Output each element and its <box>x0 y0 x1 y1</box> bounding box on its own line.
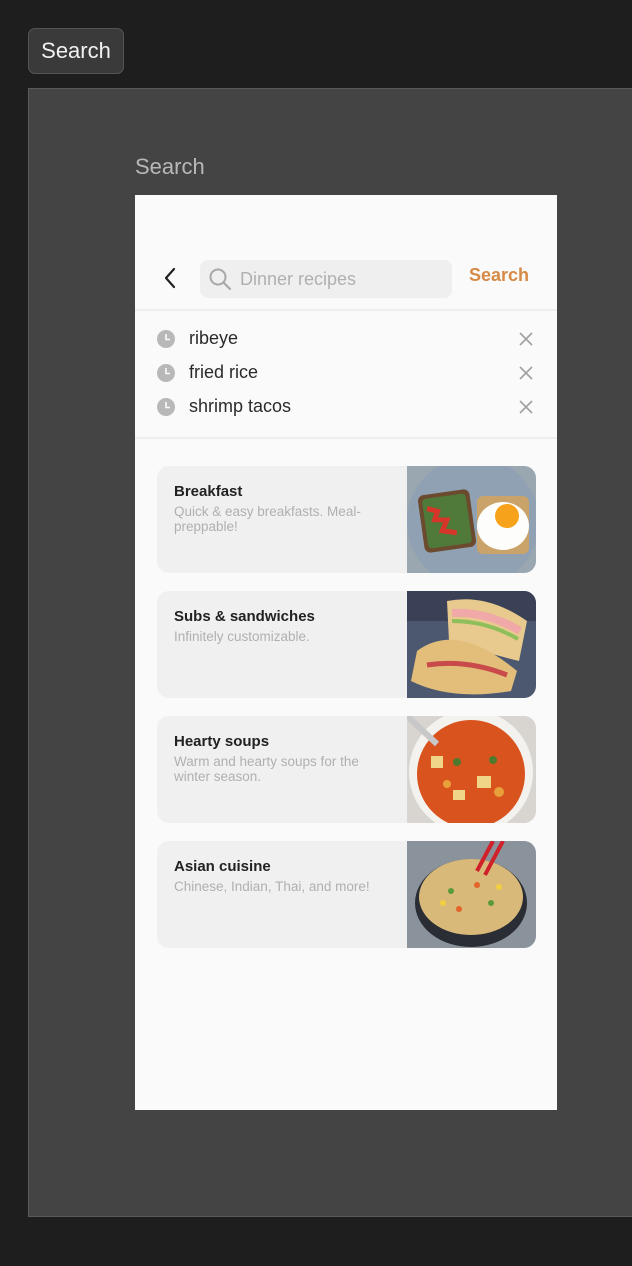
search-bar: Search <box>135 251 557 307</box>
category-title: Asian cuisine <box>174 858 271 875</box>
search-icon <box>208 267 232 291</box>
category-description: Chinese, Indian, Thai, and more! <box>174 879 370 894</box>
close-icon[interactable] <box>519 332 533 346</box>
search-input[interactable] <box>238 267 442 291</box>
category-title: Subs & sandwiches <box>174 608 315 625</box>
category-card-asian[interactable]: Asian cuisine Chinese, Indian, Thai, and… <box>157 841 536 948</box>
category-title: Breakfast <box>174 483 243 500</box>
search-submit-button[interactable]: Search <box>469 265 529 286</box>
category-description: Infinitely customizable. <box>174 629 310 644</box>
recent-searches: ribeye fried rice shrimp tacos <box>135 322 557 424</box>
recent-search-item[interactable]: fried rice <box>135 356 557 390</box>
recent-search-item[interactable]: shrimp tacos <box>135 390 557 424</box>
recent-search-label: fried rice <box>189 362 259 382</box>
category-title: Hearty soups <box>174 733 270 750</box>
clock-icon <box>157 398 175 416</box>
category-card-subs[interactable]: Subs & sandwiches Infinitely customizabl… <box>157 591 536 698</box>
close-icon[interactable] <box>519 400 533 414</box>
back-button[interactable] <box>157 263 183 293</box>
back-arrow-icon <box>164 267 176 289</box>
fried-rice-image <box>407 841 536 948</box>
search-field <box>200 260 452 298</box>
search-screen: Search ribeye fried rice <box>135 195 557 1110</box>
frame-label: Search <box>135 154 205 179</box>
sandwich-image <box>407 591 536 698</box>
category-description: Warm and hearty soups for the winter sea… <box>174 754 359 784</box>
search-tab[interactable]: Search <box>28 28 124 74</box>
soup-image <box>407 716 536 823</box>
close-icon[interactable] <box>519 366 533 380</box>
breakfast-image <box>407 466 536 573</box>
category-description: Quick & easy breakfasts. Meal-preppable! <box>174 504 361 534</box>
category-card-breakfast[interactable]: Breakfast Quick & easy breakfasts. Meal-… <box>157 466 536 573</box>
recent-search-label: ribeye <box>189 328 239 348</box>
search-tab-label: Search <box>41 38 111 63</box>
category-card-soups[interactable]: Hearty soups Warm and hearty soups for t… <box>157 716 536 823</box>
recent-search-item[interactable]: ribeye <box>135 322 557 356</box>
clock-icon <box>157 330 175 348</box>
category-list: Breakfast Quick & easy breakfasts. Meal-… <box>157 466 536 966</box>
divider <box>135 309 557 311</box>
recent-search-label: shrimp tacos <box>189 396 292 416</box>
clock-icon <box>157 364 175 382</box>
divider <box>135 437 557 439</box>
